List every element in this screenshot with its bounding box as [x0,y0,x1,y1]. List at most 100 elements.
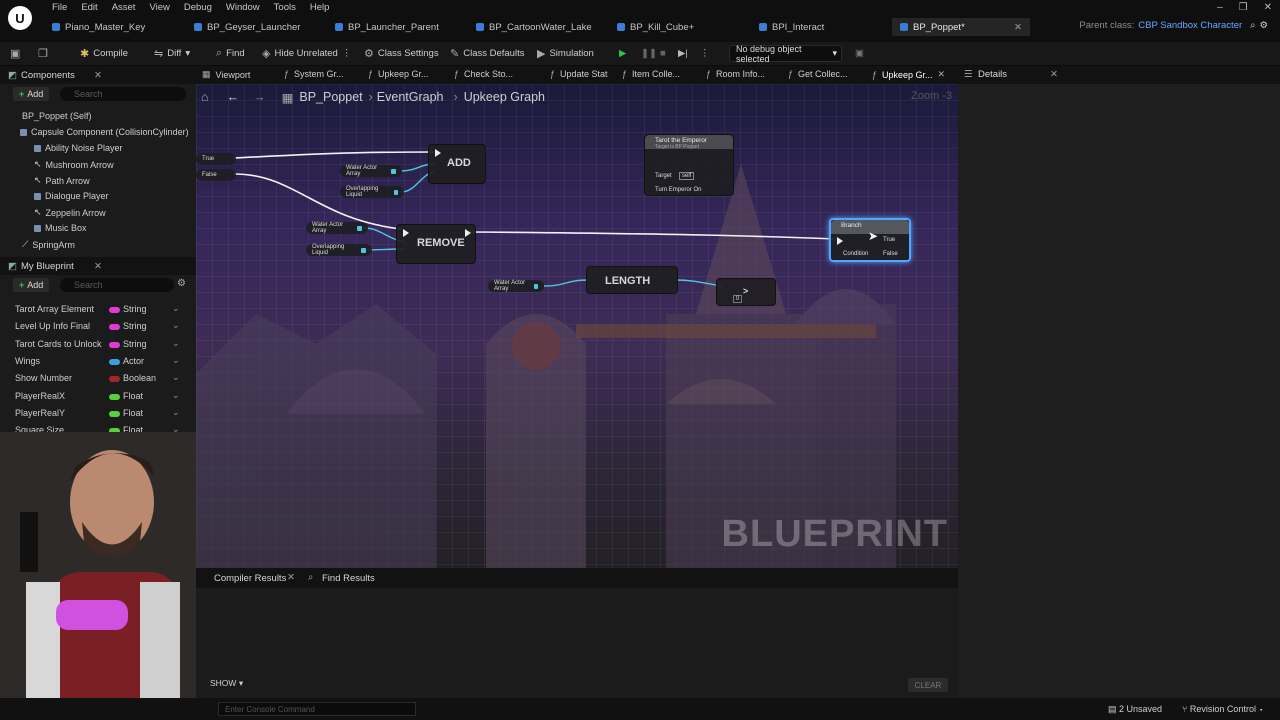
component-item[interactable]: Music Box [34,223,87,233]
variable-type-pill[interactable] [109,376,120,383]
pause-button[interactable]: ❚❚ [641,45,657,62]
exec-pin[interactable] [837,237,843,245]
water-actor-array-getter[interactable]: Water Actor Array [488,280,544,292]
graph-tab[interactable]: ƒ Item Colle... [622,69,680,79]
breadcrumb-subgraph[interactable]: Upkeep Graph [464,90,545,104]
settings-icon[interactable]: ⚙ [177,278,186,289]
unsaved-indicator[interactable]: ▤ 2 Unsaved [1108,704,1162,715]
class-settings-button[interactable]: ⚙ Class Settings [364,45,439,62]
parent-class-link[interactable]: CBP Sandbox Character [1138,20,1242,31]
doc-tab[interactable]: BP_Kill_Cube+ [617,18,694,36]
component-item[interactable]: ↖ Zeppelin Arrow [34,207,106,218]
doc-tab[interactable]: BP_Launcher_Parent [335,18,439,36]
close-icon[interactable]: ✕ [94,261,102,272]
graph-tab[interactable]: ƒ Get Collec... [788,69,848,79]
exec-pin[interactable] [435,149,441,157]
water-actor-array-getter[interactable]: Water Actor Array [306,222,368,234]
node-true-output[interactable]: True [196,153,236,165]
variable-type-pill[interactable] [109,410,120,417]
doc-tab[interactable]: BP_CartoonWater_Lake [476,18,592,36]
add-member-button[interactable]: + Add [13,278,50,292]
chevron-down-icon[interactable]: ⌄ [172,338,180,349]
menu-edit[interactable]: Edit [74,2,104,16]
components-search-input[interactable]: Search [60,87,186,101]
exec-pin[interactable] [403,229,409,237]
variable-row[interactable]: PlayerRealX Float ⌄ [0,389,190,405]
component-item[interactable]: Dialogue Player [34,191,109,201]
variable-type-pill[interactable] [109,358,120,365]
component-item[interactable]: Capsule Component (CollisionCylinder) [20,127,189,137]
exec-pin[interactable] [465,229,471,237]
search-icon[interactable]: ⌕ [1250,20,1255,31]
debug-browse-icon[interactable]: ▣ [855,45,864,62]
component-item[interactable]: ⟋ SpringArm [22,239,75,250]
back-arrow-icon[interactable]: ← [227,90,240,104]
graph-tab[interactable]: ƒ Check Sto... [454,69,513,79]
variable-row[interactable]: Wings Actor ⌄ [0,354,190,370]
menu-window[interactable]: Window [219,2,267,16]
doc-tab-active[interactable]: BP_Poppet* ✕ [892,18,1030,36]
doc-tab[interactable]: Piano_Master_Key [52,18,145,36]
tarot-emperor-node[interactable]: Tarot the Emperor Target is BP Poppet Ta… [644,134,734,196]
component-item[interactable]: BP_Poppet (Self) [12,111,92,121]
chevron-down-icon[interactable]: ⌄ [172,407,180,418]
tab-compiler-results[interactable]: Compiler Results [214,573,286,584]
forward-arrow-icon[interactable]: → [253,90,266,104]
graph-editor[interactable]: ⌂ ← → ▦ BP_Poppet › EventGraph › Upkeep … [196,84,958,568]
minimize-icon[interactable]: – [1217,2,1223,13]
variable-row[interactable]: Tarot Cards to Unlock String ⌄ [0,337,190,353]
menu-asset[interactable]: Asset [105,2,143,16]
graph-tab-active[interactable]: ƒ Upkeep Gr... ✕ [872,69,945,80]
variable-row[interactable]: PlayerRealY Float ⌄ [0,406,190,422]
restore-icon[interactable]: ❐ [1239,2,1248,13]
stop-button[interactable]: ■ [660,45,666,62]
component-item[interactable]: ↖ Path Arrow [34,175,90,186]
add-node[interactable]: ADD [428,144,486,184]
graph-tab[interactable]: ƒ Update Stat [550,69,608,79]
compile-button[interactable]: ✱ Compile [80,45,128,62]
console-command-input[interactable]: Enter Console Command [218,702,416,716]
revision-control[interactable]: ⑂ Revision Control ▾ [1182,704,1264,714]
doc-tab[interactable]: BPI_Interact [759,18,824,36]
my-blueprint-search-input[interactable]: Search [60,278,174,292]
remove-node[interactable]: REMOVE [396,224,476,264]
overlapping-liquid-getter[interactable]: Overlapping Liquid [340,186,404,198]
add-component-button[interactable]: + Add [13,87,50,101]
play-button[interactable]: ▶ [619,45,626,62]
variable-row[interactable]: Level Up Info Final String ⌄ [0,319,190,335]
variable-row[interactable]: Show Number Boolean ⌄ [0,371,190,387]
close-window-icon[interactable]: ✕ [1264,2,1272,13]
variable-type-pill[interactable] [109,393,120,400]
chevron-down-icon[interactable]: ⌄ [172,355,180,366]
home-icon[interactable]: ⌂ [201,90,209,104]
save-icon[interactable]: ▣ [10,45,20,62]
menu-view[interactable]: View [142,2,176,16]
menu-help[interactable]: Help [303,2,337,16]
more-options[interactable]: ⋮ [700,45,710,62]
settings-icon[interactable]: ⚙ [1259,20,1268,31]
greater-than-node[interactable]: > 0 [716,278,776,306]
length-node[interactable]: LENGTH [586,266,678,294]
overlapping-liquid-getter[interactable]: Overlapping Liquid [306,244,372,256]
target-input[interactable]: self [679,172,695,180]
simulation-button[interactable]: ▶ Simulation [537,45,594,62]
close-icon[interactable]: ✕ [94,70,102,81]
clear-button[interactable]: CLEAR [908,678,948,692]
unreal-logo[interactable]: U [8,6,32,30]
variable-type-pill[interactable] [109,307,120,313]
component-item[interactable]: Ability Noise Player [34,143,123,153]
chevron-down-icon[interactable]: ⌄ [172,303,180,314]
variable-row[interactable]: Tarot Array Element String ⌄ [0,302,190,318]
tab-find-results[interactable]: Find Results [322,573,375,584]
breadcrumb-root[interactable]: BP_Poppet [299,90,362,104]
hide-unrelated-button[interactable]: ◈ Hide Unrelated ⋮ [262,45,351,62]
graph-tab[interactable]: ƒ Room Info... [706,69,765,79]
show-button[interactable]: SHOW ▾ [210,678,243,689]
close-icon[interactable]: ✕ [938,69,946,80]
eject-button[interactable]: ▶| [678,45,688,62]
breadcrumb-graph[interactable]: EventGraph [377,90,444,104]
doc-tab[interactable]: BP_Geyser_Launcher [194,18,300,36]
water-actor-array-getter[interactable]: Water Actor Array [340,165,402,177]
close-icon[interactable]: ✕ [1050,69,1058,80]
variable-type-pill[interactable] [109,324,120,331]
